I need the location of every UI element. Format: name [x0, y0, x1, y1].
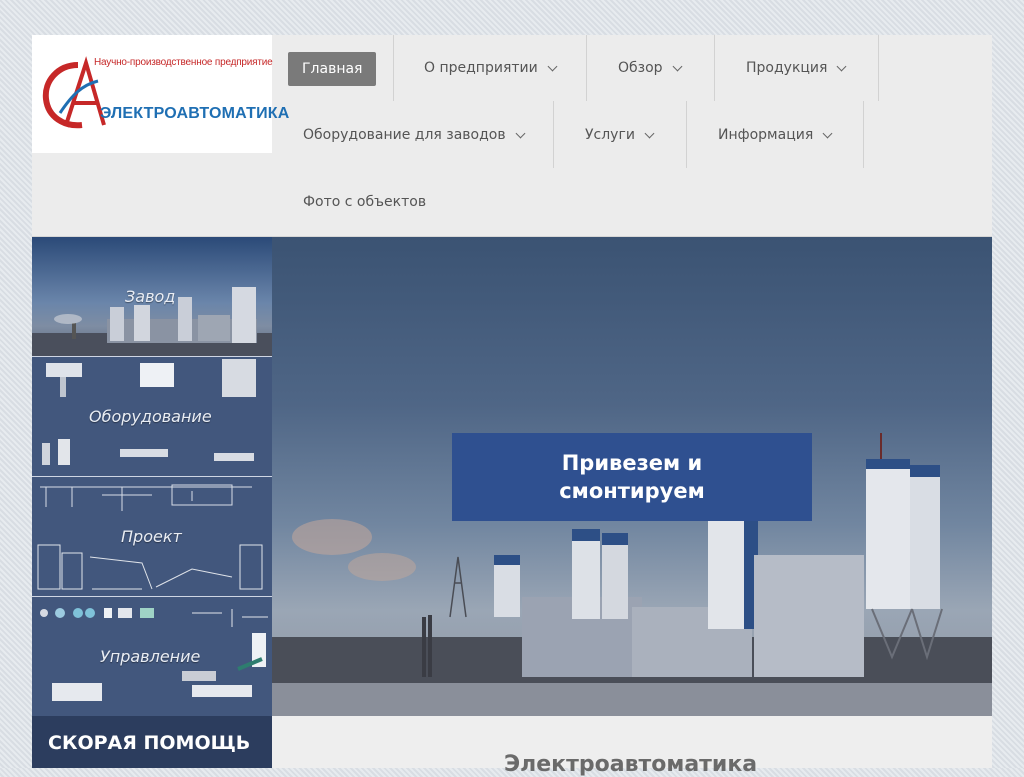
- nav-item-site-photos[interactable]: Фото с объектов: [303, 194, 426, 210]
- nav-separator: [393, 35, 394, 101]
- nav-item-information[interactable]: Информация: [718, 127, 833, 143]
- hero-caption-text: Привезем и смонтируем: [559, 451, 705, 503]
- sidebar-tile-control[interactable]: Управление: [32, 597, 272, 717]
- chevron-down-icon: [822, 128, 833, 138]
- nav-label: Главная: [302, 61, 363, 77]
- nav-separator: [553, 101, 554, 168]
- sidebar-tile-plant[interactable]: Завод: [32, 237, 272, 357]
- nav-item-overview[interactable]: Обзор: [618, 60, 683, 76]
- nav-separator: [686, 101, 687, 168]
- sidebar-tile-project[interactable]: Проект: [32, 477, 272, 597]
- nav-separator: [878, 35, 879, 101]
- quick-help-banner[interactable]: СКОРАЯ ПОМОЩЬ: [32, 716, 272, 768]
- hero-caption: Привезем и смонтируем: [452, 433, 812, 521]
- quick-help-label: СКОРАЯ ПОМОЩЬ: [48, 732, 251, 754]
- nav-label: Услуги: [585, 127, 635, 143]
- chevron-down-icon: [547, 61, 558, 71]
- sidebar-tile-label: Оборудование: [89, 407, 212, 426]
- sidebar-tile-label: Управление: [100, 647, 201, 666]
- chevron-down-icon: [644, 128, 655, 138]
- nav-separator: [586, 35, 587, 101]
- nav-item-services[interactable]: Услуги: [585, 127, 655, 143]
- sidebar-tile-equipment[interactable]: Оборудование: [32, 357, 272, 477]
- nav-item-home[interactable]: Главная: [288, 52, 377, 86]
- nav-label: Фото с объектов: [303, 194, 427, 210]
- nav-separator: [863, 101, 864, 168]
- nav-item-plant-equipment[interactable]: Оборудование для заводов: [303, 127, 526, 143]
- nav-label: Оборудование для заводов: [303, 127, 506, 143]
- sidebar-tile-label: Проект: [121, 527, 182, 546]
- site-header: Научно-производственное предприятие ЭЛЕК…: [32, 35, 992, 237]
- site-logo[interactable]: Научно-производственное предприятие ЭЛЕК…: [32, 35, 289, 153]
- nav-item-products[interactable]: Продукция: [746, 60, 847, 76]
- sidebar-tile-label: Завод: [125, 287, 176, 306]
- nav-separator: [714, 35, 715, 101]
- logo-tagline: Научно-производственное предприятие: [94, 57, 273, 68]
- nav-label: Обзор: [618, 60, 663, 76]
- hero-banner[interactable]: Привезем и смонтируем: [272, 237, 992, 716]
- chevron-down-icon: [837, 61, 847, 71]
- main-content: Электроавтоматика: [272, 716, 992, 777]
- sidebar: Завод Оборудование Проект Управление: [32, 237, 272, 768]
- nav-label: Продукция: [746, 60, 828, 76]
- chevron-down-icon: [515, 128, 526, 138]
- nav-label: Информация: [718, 127, 814, 143]
- logo-brand: ЭЛЕКТРОАВТОМАТИКА: [100, 105, 290, 122]
- chevron-down-icon: [672, 61, 683, 71]
- nav-label: О предприятии: [424, 60, 538, 76]
- page-wrapper: Научно-производственное предприятие ЭЛЕК…: [32, 35, 992, 777]
- nav-item-about[interactable]: О предприятии: [424, 60, 558, 76]
- content-heading: Электроавтоматика: [504, 752, 758, 777]
